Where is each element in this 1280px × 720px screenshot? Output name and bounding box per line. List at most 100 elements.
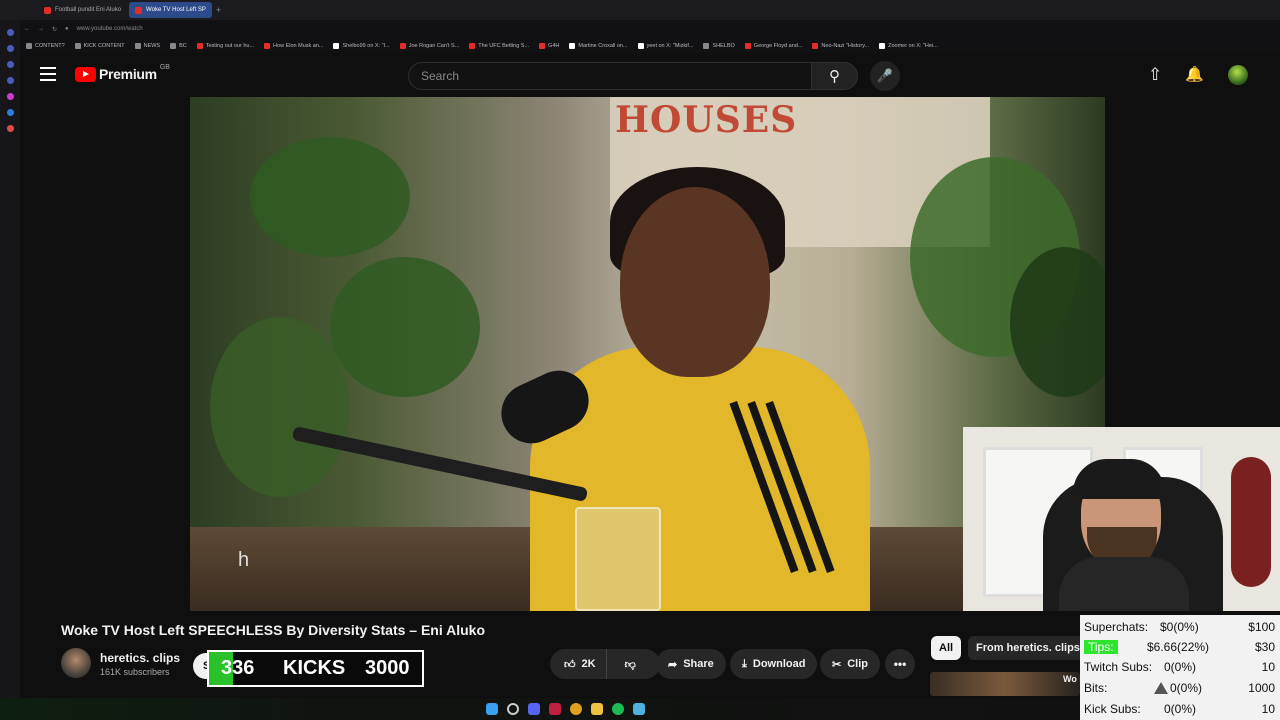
- goal-row-tips: Tips: $6.66(22%) $30: [1080, 636, 1280, 657]
- webcam-person-hoodie: [1059, 557, 1189, 611]
- subscriber-count: 161K subscribers: [100, 667, 170, 677]
- os-taskbar: [0, 698, 1080, 720]
- tab-label: Woke TV Host Left SP: [146, 7, 206, 13]
- folder-icon: [134, 42, 141, 49]
- sidebar-app-icon[interactable]: [6, 45, 14, 52]
- bookmark-item[interactable]: yeet on X: "Mizkif...: [637, 42, 694, 49]
- search-button[interactable]: ⚲: [812, 62, 858, 90]
- bookmark-item[interactable]: Neo-Nazi "History...: [812, 42, 869, 49]
- back-icon[interactable]: ←: [24, 26, 30, 32]
- goal-target: 1000: [1248, 680, 1275, 695]
- goal-value: 0(0%): [1164, 659, 1197, 674]
- youtube-tab-icon: [44, 6, 51, 14]
- folder-icon: [26, 42, 32, 49]
- goal-value: 0(0%): [1170, 680, 1203, 695]
- bookmark-label: CONTENT?: [35, 42, 65, 49]
- windows-start-icon[interactable]: [485, 703, 498, 715]
- search-icon[interactable]: [506, 703, 519, 715]
- bookmark-item[interactable]: Shelbo99 on X: "I...: [333, 42, 390, 49]
- sidebar-app-icon[interactable]: [6, 93, 14, 100]
- bookmark-label: The UFC Betting S...: [478, 42, 530, 49]
- chrome-icon[interactable]: [569, 703, 582, 715]
- bookmark-item[interactable]: KICK CONTENT: [74, 42, 125, 49]
- bookmark-item[interactable]: Testing out our hu...: [196, 42, 254, 49]
- like-button[interactable]: 👍︎ 2K: [550, 649, 607, 679]
- browser-sidebar: [0, 20, 20, 700]
- x-icon: [569, 42, 576, 49]
- bookmark-label: G4H: [548, 42, 560, 49]
- more-actions-button[interactable]: •••: [885, 649, 915, 679]
- folder-icon[interactable]: [590, 703, 603, 715]
- related-video-thumbnail[interactable]: [930, 672, 1080, 696]
- sidebar-app-icon[interactable]: [6, 109, 14, 116]
- youtube-icon: [196, 42, 203, 49]
- clip-button[interactable]: ✂ Clip: [820, 649, 880, 679]
- bookmark-label: BC: [179, 42, 187, 49]
- bookmark-item[interactable]: G4H: [539, 42, 560, 49]
- x-icon: [333, 42, 340, 49]
- chip-from-channel[interactable]: From heretics. clips: [968, 636, 1088, 660]
- app-icon[interactable]: [632, 703, 645, 715]
- bookmark-item[interactable]: BC: [170, 42, 187, 49]
- chip-all[interactable]: All: [931, 636, 962, 660]
- search-input[interactable]: Search: [408, 62, 812, 90]
- sidebar-app-icon[interactable]: [6, 77, 14, 84]
- new-tab-icon[interactable]: +: [216, 5, 221, 15]
- kicks-target: 3000: [365, 657, 410, 679]
- bookmark-item[interactable]: Joe Rogan Can't S...: [399, 42, 459, 49]
- bookmark-item[interactable]: CONTENT?: [26, 42, 65, 49]
- share-icon: ➦: [668, 658, 678, 671]
- channel-avatar[interactable]: [61, 648, 91, 678]
- play-logo-icon: [75, 66, 96, 82]
- download-button[interactable]: ⤓ Download: [730, 649, 818, 679]
- bookmark-item[interactable]: SHELBO: [703, 42, 735, 49]
- upload-icon[interactable]: ⇧: [1148, 65, 1162, 85]
- goal-label: Superchats:: [1084, 619, 1149, 634]
- bookmark-item[interactable]: George Floyd and...: [744, 42, 803, 49]
- address-bar[interactable]: ← → ↻ ● www.youtube.com/watch: [20, 20, 1280, 38]
- sidebar-app-icon[interactable]: [6, 125, 14, 132]
- sidebar-app-icon[interactable]: [6, 61, 14, 68]
- bookmark-item[interactable]: The UFC Betting S...: [469, 42, 530, 49]
- menu-icon[interactable]: [40, 67, 56, 81]
- share-button[interactable]: ➦ Share: [656, 649, 726, 679]
- youtube-icon: [264, 42, 271, 49]
- browser-tab[interactable]: Football pundit Eni Aluko: [38, 2, 127, 18]
- bookmark-label: yeet on X: "Mizkif...: [646, 42, 694, 49]
- thumbs-down-icon: 👎︎: [624, 658, 636, 671]
- water-glass: [575, 507, 661, 611]
- bookmark-label: George Floyd and...: [753, 42, 803, 49]
- goal-row-superchats: Superchats: $0(0%) $100: [1080, 616, 1280, 637]
- share-label: Share: [683, 658, 714, 670]
- youtube-icon: [744, 42, 751, 49]
- bell-icon[interactable]: 🔔: [1185, 65, 1204, 83]
- folder-icon: [703, 42, 710, 49]
- logo-country: GB: [159, 63, 170, 71]
- warning-icon: [1154, 681, 1168, 694]
- youtube-logo[interactable]: Premium GB: [75, 63, 170, 82]
- youtube-header: Premium GB Search ⚲ 🎤 ⇧ 🔔: [20, 53, 1280, 97]
- channel-name[interactable]: heretics. clips: [100, 651, 180, 665]
- bookmark-item[interactable]: NEWS: [134, 42, 160, 49]
- forward-icon[interactable]: →: [38, 26, 44, 32]
- bookmark-label: Shelbo99 on X: "I...: [342, 42, 390, 49]
- browser-icon[interactable]: [548, 703, 561, 715]
- bookmark-item[interactable]: Martine Croxall on...: [569, 42, 628, 49]
- sidebar-app-icon[interactable]: [6, 29, 14, 36]
- avatar[interactable]: [1228, 65, 1248, 85]
- mic-icon[interactable]: 🎤: [870, 61, 900, 91]
- goal-target: 10: [1261, 701, 1275, 716]
- video-title: Woke TV Host Left SPEECHLESS By Diversit…: [61, 622, 485, 638]
- discord-icon[interactable]: [527, 703, 540, 715]
- spotify-icon[interactable]: [611, 703, 624, 715]
- goal-label: Tips:: [1084, 639, 1118, 654]
- more-icon: •••: [893, 657, 907, 671]
- like-count: 2K: [581, 658, 596, 670]
- bookmark-item[interactable]: Zoomer on X: "Hei...: [879, 42, 938, 49]
- browser-tab-active[interactable]: Woke TV Host Left SP: [129, 2, 212, 18]
- bookmark-label: How Elon Musk an...: [273, 42, 324, 49]
- bookmark-item[interactable]: How Elon Musk an...: [264, 42, 324, 49]
- dislike-button[interactable]: 👎︎: [613, 649, 648, 679]
- url-text[interactable]: www.youtube.com/watch: [77, 26, 143, 32]
- reload-icon[interactable]: ↻: [52, 26, 57, 33]
